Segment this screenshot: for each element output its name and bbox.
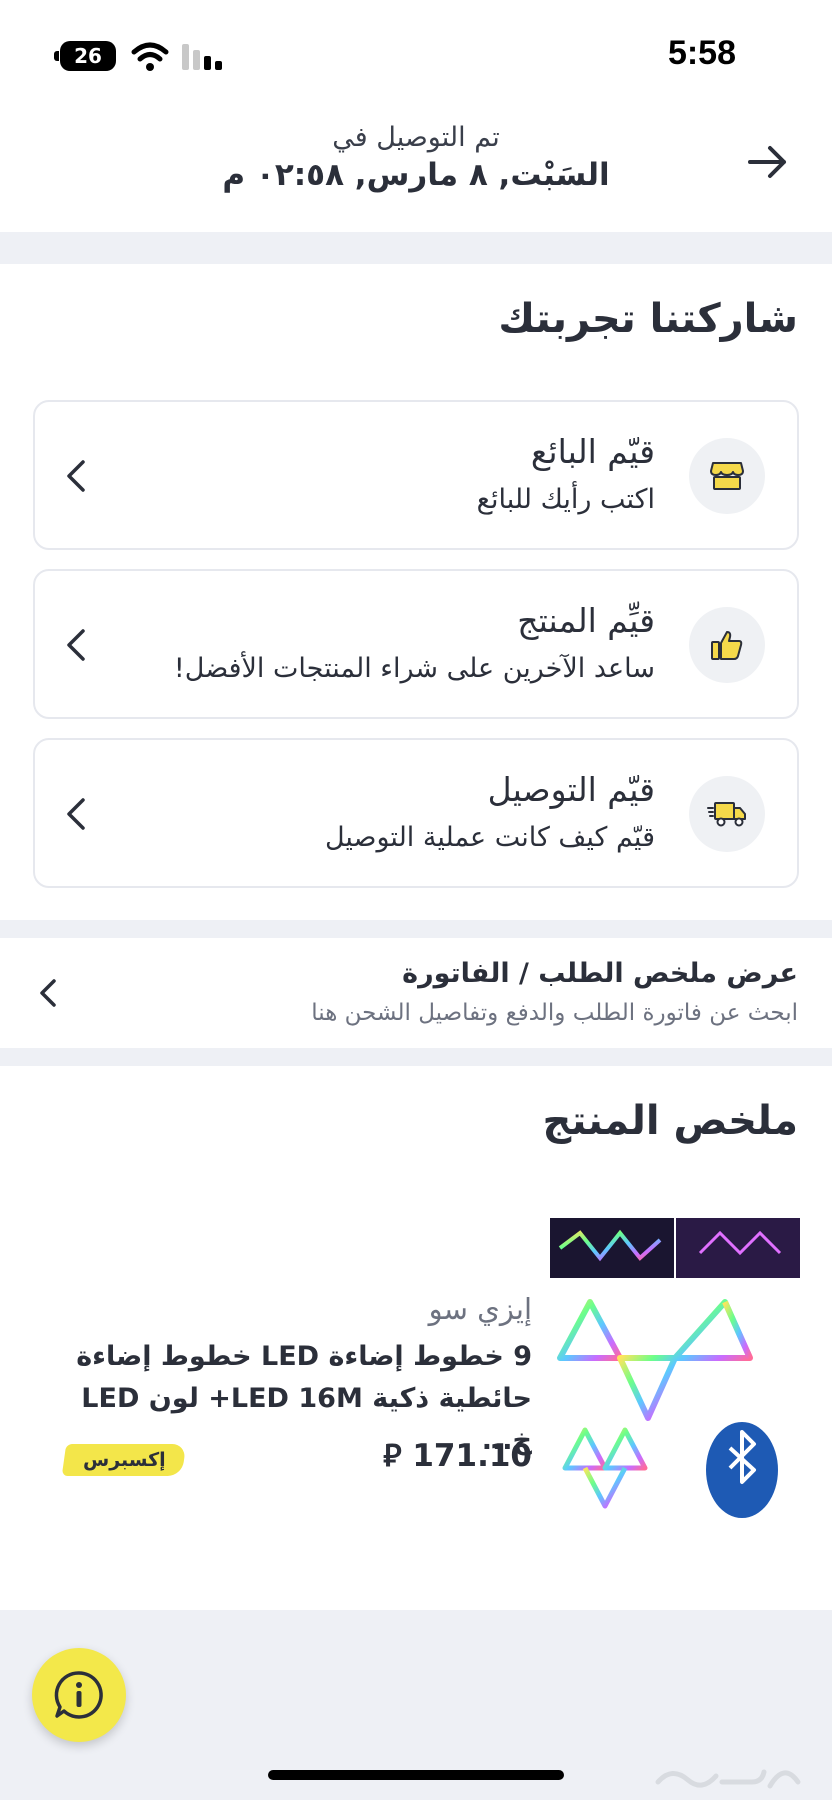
info-chat-icon bbox=[54, 1671, 103, 1719]
product-brand: إيزي سو bbox=[428, 1292, 532, 1326]
haraj-watermark-logo bbox=[655, 1769, 801, 1789]
led-light-product-image bbox=[550, 1218, 800, 1518]
express-badge-label: إكسبرس bbox=[82, 1449, 166, 1471]
battery-icon: 26 bbox=[54, 41, 116, 71]
help-button[interactable] bbox=[32, 1648, 126, 1742]
product-image[interactable] bbox=[550, 1218, 800, 1622]
rate-product-card[interactable]: قيِّم المنتج ساعد الآخرين على شراء المنت… bbox=[33, 569, 799, 719]
product-price: 171.10 ⃁ bbox=[383, 1434, 532, 1475]
product-summary-section: ملخص المنتج إيزي سو 9 خطوط إضاءة LED خطو… bbox=[0, 1066, 832, 1622]
rate-experience-section: شاركتنا تجربتك قيّم البائع اكتب رأيك للب… bbox=[0, 264, 832, 920]
delivery-date: السَبْت, ٨ مارس, ٠٢:٥٨ م bbox=[222, 157, 610, 193]
chevron-left-icon bbox=[67, 629, 85, 661]
rate-delivery-card[interactable]: قيّم التوصيل قيّم كيف كانت عملية التوصيل bbox=[33, 738, 799, 888]
product-price-value: 171.10 bbox=[412, 1438, 532, 1474]
rate-delivery-subtitle: قيّم كيف كانت عملية التوصيل bbox=[324, 822, 655, 853]
status-bar: 26 5:58 bbox=[0, 0, 832, 100]
battery-level: 26 bbox=[74, 44, 102, 68]
rate-product-title: قيِّم المنتج bbox=[517, 601, 655, 640]
rate-seller-subtitle: اكتب رأيك للبائع bbox=[476, 484, 655, 515]
express-badge: إكسبرس bbox=[61, 1444, 187, 1476]
icon-circle bbox=[689, 776, 765, 852]
rate-seller-card[interactable]: قيّم البائع اكتب رأيك للبائع bbox=[33, 400, 799, 550]
store-icon bbox=[710, 462, 744, 490]
icon-circle bbox=[689, 438, 765, 514]
rate-delivery-title: قيّم التوصيل bbox=[487, 770, 655, 809]
section-divider bbox=[0, 920, 832, 938]
rate-product-subtitle: ساعد الآخرين على شراء المنتجات الأفضل! bbox=[173, 653, 655, 684]
cellular-signal-icon bbox=[182, 44, 222, 70]
invoice-subtitle: ابحث عن فاتورة الطلب والدفع وتفاصيل الشح… bbox=[311, 1000, 798, 1026]
order-summary-invoice-row[interactable]: عرض ملخص الطلب / الفاتورة ابحث عن فاتورة… bbox=[0, 938, 832, 1048]
delivery-truck-icon bbox=[707, 802, 746, 827]
chevron-left-icon bbox=[67, 460, 85, 492]
status-time: 5:58 bbox=[667, 34, 736, 72]
delivery-header: تم التوصيل في السَبْت, ٨ مارس, ٠٢:٥٨ م bbox=[0, 100, 832, 232]
currency-symbol: ⃁ bbox=[383, 1438, 402, 1474]
invoice-title: عرض ملخص الطلب / الفاتورة bbox=[402, 958, 798, 989]
chevron-left-icon bbox=[40, 979, 56, 1007]
delivery-label: تم التوصيل في bbox=[332, 122, 500, 153]
rate-section-title: شاركتنا تجربتك bbox=[498, 296, 798, 342]
home-indicator bbox=[268, 1770, 564, 1780]
section-divider bbox=[0, 1048, 832, 1066]
icon-circle bbox=[689, 607, 765, 683]
product-summary-title: ملخص المنتج bbox=[542, 1098, 798, 1144]
delivery-info: تم التوصيل في السَبْت, ٨ مارس, ٠٢:٥٨ م bbox=[0, 122, 832, 193]
chevron-left-icon bbox=[67, 798, 85, 830]
rate-seller-title: قيّم البائع bbox=[530, 432, 655, 471]
wifi-icon bbox=[131, 42, 169, 71]
thumbs-up-icon bbox=[711, 631, 743, 660]
section-divider bbox=[0, 232, 832, 264]
